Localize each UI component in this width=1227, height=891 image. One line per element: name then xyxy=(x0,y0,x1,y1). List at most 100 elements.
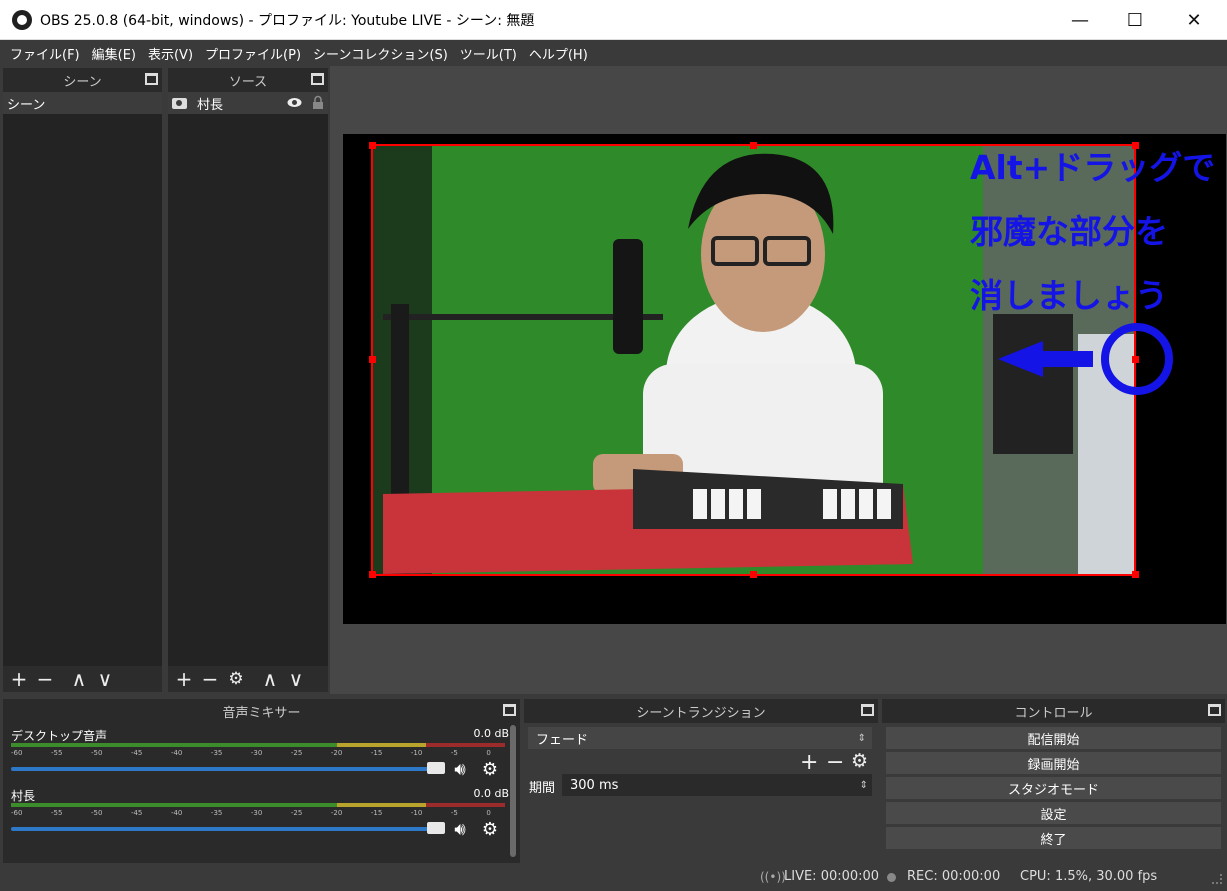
cpu-fps: CPU: 1.5%, 30.00 fps xyxy=(1020,869,1158,884)
undock-icon[interactable] xyxy=(861,704,874,716)
rec-dot-icon xyxy=(887,873,896,882)
mixer-dock-header: 音声ミキサー xyxy=(3,699,520,723)
scene-item[interactable]: シーン xyxy=(3,92,162,114)
tick-label: -25 xyxy=(290,749,303,757)
menu-view[interactable]: 表示(V) xyxy=(142,44,199,63)
move-scene-down-button[interactable]: ∨ xyxy=(95,669,115,689)
tick-label: -30 xyxy=(250,809,263,817)
sources-dock-title: ソース xyxy=(228,74,268,90)
studio-mode-button[interactable]: スタジオモード xyxy=(886,777,1221,799)
start-streaming-button[interactable]: 配信開始 xyxy=(886,727,1221,749)
volume-slider-handle[interactable] xyxy=(427,762,445,774)
move-source-up-button[interactable]: ∧ xyxy=(260,669,280,689)
lock-icon[interactable] xyxy=(312,95,324,110)
volume-meter xyxy=(11,803,505,807)
sources-list[interactable]: 村長 xyxy=(168,92,328,666)
status-bar: ((•)) LIVE: 00:00:00 REC: 00:00:00 CPU: … xyxy=(0,864,1227,891)
gear-icon[interactable]: ⚙ xyxy=(479,758,501,780)
tick-label: -10 xyxy=(410,749,423,757)
tick-label: -30 xyxy=(250,749,263,757)
mixer-dock-title: 音声ミキサー xyxy=(222,705,301,721)
volume-meter xyxy=(11,743,505,747)
volume-slider[interactable] xyxy=(11,827,441,831)
menu-help[interactable]: ヘルプ(H) xyxy=(523,44,594,63)
channel-name: 村長 xyxy=(11,789,36,803)
channel-db-readout: 0.0 dB xyxy=(473,727,509,740)
volume-slider[interactable] xyxy=(11,767,441,771)
live-signal-icon: ((•)) xyxy=(760,870,786,884)
tick-label: -45 xyxy=(130,809,143,817)
source-properties-gear-icon[interactable]: ⚙ xyxy=(226,669,246,689)
minimize-button[interactable]: — xyxy=(1054,0,1106,40)
menu-tools[interactable]: ツール(T) xyxy=(454,44,523,63)
scene-item-label: シーン xyxy=(7,97,46,113)
obs-logo-icon xyxy=(12,9,32,30)
preview-canvas[interactable]: Alt+ドラッグで 邪魔な部分を 消しましょう xyxy=(343,134,1226,624)
annotation-text: Alt+ドラッグで 邪魔な部分を 消しましょう xyxy=(970,136,1226,328)
duration-value: 300 ms xyxy=(570,777,619,793)
undock-icon[interactable] xyxy=(311,73,324,85)
start-recording-button[interactable]: 録画開始 xyxy=(886,752,1221,774)
eye-icon[interactable] xyxy=(287,96,302,109)
close-button[interactable]: ✕ xyxy=(1168,0,1220,40)
resize-grip-icon[interactable] xyxy=(1212,874,1222,884)
tick-label: -55 xyxy=(50,809,63,817)
remove-source-button[interactable]: − xyxy=(200,669,220,689)
mixer-scrollbar[interactable] xyxy=(510,725,516,857)
remove-scene-button[interactable]: − xyxy=(35,669,55,689)
undock-icon[interactable] xyxy=(145,73,158,85)
chevron-updown-icon: ⇕ xyxy=(857,732,866,744)
transition-select[interactable]: フェード ⇕ xyxy=(528,727,872,749)
remove-transition-button[interactable]: − xyxy=(826,750,844,775)
menu-scene-collection[interactable]: シーンコレクション(S) xyxy=(307,44,454,63)
tick-label: -55 xyxy=(50,749,63,757)
duration-spinbox[interactable]: 300 ms ⇕ xyxy=(562,774,872,796)
source-item[interactable]: 村長 xyxy=(168,92,328,114)
channel-db-readout: 0.0 dB xyxy=(473,787,509,800)
exit-button[interactable]: 終了 xyxy=(886,827,1221,849)
tick-label: -25 xyxy=(290,809,303,817)
tick-label: -40 xyxy=(170,749,183,757)
transition-select-value: フェード xyxy=(536,732,589,748)
transitions-dock-title: シーントランジション xyxy=(636,705,766,721)
tick-label: -50 xyxy=(90,809,103,817)
title-bar: OBS 25.0.8 (64-bit, windows) - プロファイル: Y… xyxy=(0,0,1227,40)
annotation-line-1: Alt+ドラッグで xyxy=(970,148,1216,187)
transition-gear-icon[interactable]: ⚙ xyxy=(851,750,868,772)
gear-icon[interactable]: ⚙ xyxy=(479,818,501,840)
speaker-icon[interactable]: 🔊︎ xyxy=(449,758,471,780)
menu-file[interactable]: ファイル(F) xyxy=(4,44,86,63)
volume-slider-handle[interactable] xyxy=(427,822,445,834)
scenes-dock-header: シーン xyxy=(3,68,162,92)
tick-label: -15 xyxy=(370,749,383,757)
scenes-toolbar: + − ∧ ∨ xyxy=(3,666,162,692)
scenes-list[interactable]: シーン xyxy=(3,92,162,666)
source-item-label: 村長 xyxy=(197,97,224,113)
window-title: OBS 25.0.8 (64-bit, windows) - プロファイル: Y… xyxy=(40,12,535,29)
transitions-dock-header: シーントランジション xyxy=(524,699,878,723)
duration-label: 期間 xyxy=(529,781,556,796)
camera-icon xyxy=(172,97,187,109)
rec-timer: REC: 00:00:00 xyxy=(907,869,1001,884)
tick-label: -20 xyxy=(330,749,343,757)
undock-icon[interactable] xyxy=(1208,704,1221,716)
menu-bar: ファイル(F) 編集(E) 表示(V) プロファイル(P) シーンコレクション(… xyxy=(0,40,1227,66)
add-source-button[interactable]: + xyxy=(174,669,194,689)
maximize-button[interactable]: ☐ xyxy=(1109,0,1161,40)
move-source-down-button[interactable]: ∨ xyxy=(286,669,306,689)
undock-icon[interactable] xyxy=(503,704,516,716)
add-transition-button[interactable]: + xyxy=(800,750,818,775)
annotation-line-2: 邪魔な部分を xyxy=(970,212,1168,251)
mixer-panel: デスクトップ音声 0.0 dB -60 -55 -50 -45 -40 -35 -30 -25… xyxy=(3,723,520,863)
move-scene-up-button[interactable]: ∧ xyxy=(69,669,89,689)
tick-label: -35 xyxy=(210,809,223,817)
menu-profile[interactable]: プロファイル(P) xyxy=(199,44,307,63)
spin-arrows-icon[interactable]: ⇕ xyxy=(860,780,868,791)
meter-ticks: -60 -55 -50 -45 -40 -35 -30 -25 -20 -15 -10 -5 0 xyxy=(11,809,491,819)
bottom-docks: 音声ミキサー デスクトップ音声 0.0 dB -60 -55 -50 -45 -40 -3… xyxy=(0,697,1227,891)
tick-label: -35 xyxy=(210,749,223,757)
speaker-icon[interactable]: 🔊︎ xyxy=(449,818,471,840)
settings-button[interactable]: 設定 xyxy=(886,802,1221,824)
add-scene-button[interactable]: + xyxy=(9,669,29,689)
menu-edit[interactable]: 編集(E) xyxy=(86,44,142,63)
